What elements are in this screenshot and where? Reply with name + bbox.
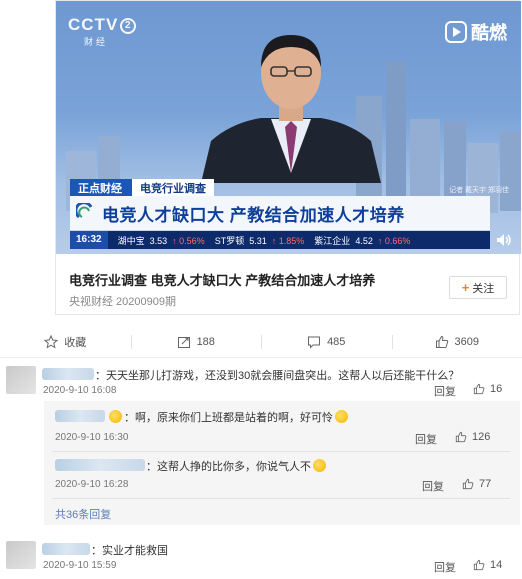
play-icon: [445, 21, 467, 43]
repost-button[interactable]: 188: [130, 326, 262, 357]
emoji-icon: [109, 410, 122, 423]
comment-icon: [308, 336, 321, 349]
username[interactable]: [55, 459, 145, 471]
video-meta: 央视财经 20200909期: [69, 296, 176, 308]
reply-button[interactable]: 回复: [415, 431, 437, 447]
comment-date: 2020-9-10 15:59: [43, 560, 117, 571]
star-icon: [44, 334, 59, 349]
comment-text: ：实业才能救国: [91, 545, 168, 557]
brand-logo: 酷燃: [445, 19, 507, 45]
video-player[interactable]: CCTV 2 财经 酷燃 记者 戴天宇 郑羽佳 正点财经 电竞行业调查 电竞人才…: [56, 1, 521, 254]
repost-count: 188: [196, 335, 215, 348]
ticker-item: ST罗顿 5.31 ↑ 1.85%: [214, 235, 305, 246]
username[interactable]: [42, 368, 94, 380]
reply-button[interactable]: 回复: [434, 559, 456, 575]
divider: [52, 451, 510, 452]
divider: [52, 498, 510, 499]
reply-like-button[interactable]: 126: [455, 431, 490, 443]
reply-date: 2020-9-10 16:30: [55, 432, 129, 443]
emoji-icon: [335, 410, 348, 423]
reporter-credit: 记者 戴天宇 郑羽佳: [449, 187, 509, 194]
reply-text: ：啊，原来你们上班都是站着的啊，好可怜: [107, 409, 350, 425]
segment-name: 电竞行业调查: [132, 179, 214, 196]
swirl-icon: [70, 196, 102, 231]
headline-text: 电竞人才缺口大 产教结合加速人才培养: [102, 205, 405, 225]
program-name: 正点财经: [70, 179, 132, 196]
follow-button[interactable]: + 关注: [449, 276, 507, 299]
reply-text: ：这帮人挣的比你多，你说气人不: [146, 458, 328, 474]
reply-date: 2020-9-10 16:28: [55, 479, 129, 490]
comment-count: 485: [327, 335, 346, 348]
reply-button[interactable]: 回复: [434, 383, 456, 399]
avatar[interactable]: [6, 366, 36, 394]
action-bar: 收藏 188 485 3609: [0, 326, 522, 358]
avatar[interactable]: [6, 541, 36, 569]
repost-icon: [177, 336, 190, 348]
headline-bar: 电竞人才缺口大 产教结合加速人才培养: [70, 196, 490, 231]
comment-like-button[interactable]: 14: [473, 559, 502, 571]
emoji-icon: [313, 459, 326, 472]
video-title[interactable]: 电竞行业调查 电竞人才缺口大 产教结合加速人才培养: [69, 270, 375, 289]
ticker-item: 湖中宝 3.53 ↑ 0.56%: [117, 235, 205, 246]
program-tags: 正点财经 电竞行业调查: [70, 179, 214, 196]
thumbs-up-icon: [455, 431, 467, 443]
more-replies-link[interactable]: 共36条回复: [55, 506, 111, 522]
thumbs-up-icon: [435, 335, 448, 348]
username[interactable]: [55, 410, 105, 422]
username[interactable]: [42, 543, 90, 555]
favorite-button[interactable]: 收藏: [0, 326, 131, 357]
like-button[interactable]: 3609: [391, 326, 522, 357]
thumbs-up-icon: [462, 478, 474, 490]
ticker-item: 紫江企业 4.52 ↑ 0.66%: [314, 235, 411, 246]
comment-button[interactable]: 485: [261, 326, 392, 357]
reply-like-button[interactable]: 77: [462, 478, 491, 490]
thumbs-up-icon: [473, 383, 485, 395]
follow-label: 关注: [472, 282, 495, 295]
plus-icon: +: [461, 280, 470, 295]
news-anchor: [201, 35, 381, 183]
thumbs-up-icon: [473, 559, 485, 571]
channel-logo: CCTV 2 财经: [68, 15, 137, 47]
video-card: CCTV 2 财经 酷燃 记者 戴天宇 郑羽佳 正点财经 电竞行业调查 电竞人才…: [55, 0, 521, 315]
favorite-label: 收藏: [64, 336, 87, 349]
comment-date: 2020-9-10 16:08: [43, 385, 117, 396]
comment-text: ：天天坐那儿打游戏，还没到30就会腰间盘突出。这帮人以后还能干什么？: [95, 370, 460, 382]
stock-ticker: 16:32 湖中宝 3.53 ↑ 0.56% ST罗顿 5.31 ↑ 1.85%…: [70, 231, 490, 249]
like-count: 3609: [454, 335, 479, 348]
like-count: 14: [490, 559, 503, 571]
ticker-time: 16:32: [70, 231, 108, 249]
like-count: 77: [479, 478, 492, 490]
comment-like-button[interactable]: 16: [473, 383, 502, 395]
like-count: 126: [472, 431, 491, 443]
volume-icon[interactable]: [496, 233, 512, 247]
reply-button[interactable]: 回复: [422, 478, 444, 494]
like-count: 16: [490, 383, 503, 395]
